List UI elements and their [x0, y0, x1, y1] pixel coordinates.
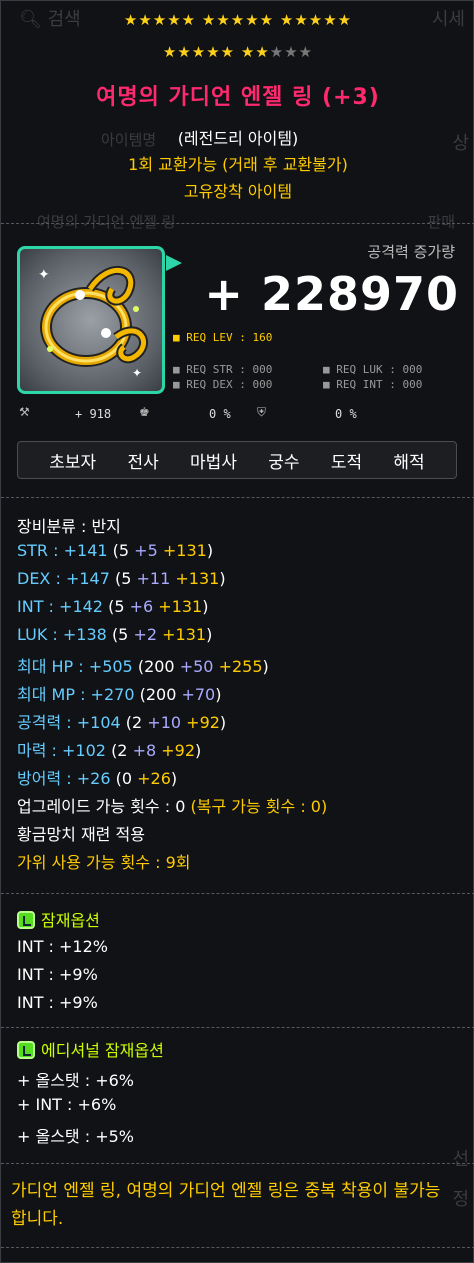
stat-magic: 마력 : +102 (2 +8 +92): [17, 741, 202, 760]
item-icon-frame: ✦ ✦: [17, 246, 165, 394]
upgrade-count: 업그레이드 가능 횟수 : 0 (복구 가능 횟수 : 0): [17, 797, 328, 816]
potential-line-1: INT : +12%: [17, 937, 108, 956]
stat-int: INT : +142 (5 +6 +131): [17, 597, 209, 616]
mini-stat-c: 0 %: [335, 407, 357, 421]
job-mage: 마법사: [190, 452, 237, 473]
divider: [1, 1027, 474, 1028]
bg-side-bottom-b: 정: [452, 1189, 469, 1210]
legendary-additional-icon: [17, 1041, 35, 1059]
svg-text:✦: ✦: [38, 267, 50, 283]
stat-dex: DEX : +147 (5 +11 +131): [17, 569, 226, 588]
job-beginner: 초보자: [49, 452, 97, 473]
attack-gain-value: + 228970: [204, 267, 459, 321]
potential-title: 잠재옵션: [17, 907, 100, 931]
stars-filled: ★★★★★ ★★: [162, 43, 270, 61]
additional-line-1: + 올스탯 : +6%: [17, 1071, 135, 1090]
divider: [1, 893, 474, 894]
item-unique-info: 고유장착 아이템: [183, 182, 293, 201]
req-str: ■ REQ STR : 000: [173, 363, 273, 376]
stat-attack: 공격력 : +104 (2 +10 +92): [17, 713, 227, 732]
stat-luk: LUK : +138 (5 +2 +131): [17, 625, 213, 644]
job-warrior: 전사: [127, 452, 159, 473]
ied-icon: ♚: [139, 405, 150, 419]
req-luk: ■ REQ LUK : 000: [323, 363, 423, 376]
job-pirate: 해적: [393, 452, 425, 473]
divider: [1, 223, 474, 224]
ring-icon: ✦ ✦: [38, 266, 148, 380]
potential-line-3: INT : +9%: [17, 993, 98, 1012]
mini-stat-b: 0 %: [209, 407, 231, 421]
svg-text:✦: ✦: [132, 366, 142, 380]
shield-icon: ⛨: [257, 405, 267, 419]
star-force-row-2: ★★★★★ ★★★★★: [1, 43, 474, 61]
stat-str: STR : +141 (5 +5 +131): [17, 541, 214, 560]
potential-line-2: INT : +9%: [17, 965, 98, 984]
attack-gain-label: 공격력 증가량: [367, 243, 455, 261]
divider: [1, 497, 474, 498]
req-level: ■ REQ LEV : 160: [173, 331, 273, 344]
golden-hammer: 황금망치 재련 적용: [17, 825, 145, 844]
job-archer: 궁수: [268, 452, 300, 473]
req-int: ■ REQ INT : 000: [323, 378, 423, 391]
hammer-icon: ⚒: [19, 405, 30, 419]
req-dex: ■ REQ DEX : 000: [173, 378, 273, 391]
bg-sale-label: 판매: [427, 213, 455, 231]
legendary-flag-icon: [166, 255, 182, 271]
divider: [1, 1163, 474, 1164]
stat-hp: 최대 HP : +505 (200 +50 +255): [17, 657, 269, 676]
bg-search-item: 여명의 가디언 엔젤 링: [37, 213, 176, 231]
equip-category: 장비분류 : 반지: [17, 517, 121, 536]
mini-stat-a: + 918: [75, 407, 112, 421]
item-tooltip: 🔍︎ 검색 시세 아이템명 상 여명의 가디언 엔젤 링 판매 선 정 ★★★★…: [0, 0, 474, 1263]
item-name: 여명의 가디언 엔젤 링 (+3): [96, 85, 380, 110]
job-thief: 도적: [330, 452, 363, 473]
star-force-row-1: ★★★★★ ★★★★★ ★★★★★: [123, 11, 353, 29]
legendary-potential-icon: [17, 911, 35, 929]
additional-line-2: + INT : +6%: [17, 1095, 117, 1114]
item-trade-info: 1회 교환가능 (거래 후 교환불가): [128, 155, 348, 174]
additional-line-3: + 올스탯 : +5%: [17, 1127, 135, 1146]
scissors-count: 가위 사용 가능 횟수 : 9회: [17, 853, 191, 872]
duplicate-equip-warning: 가디언 엔젤 링, 여명의 가디언 엔젤 링은 중복 착용이 불가능합니다.: [11, 1181, 441, 1229]
stat-defense: 방어력 : +26 (0 +26): [17, 769, 178, 788]
job-bar: 초보자 전사 마법사 궁수 도적 해적: [17, 441, 457, 479]
stars-empty: ★★★: [269, 43, 314, 61]
item-grade: (레전드리 아이템): [177, 129, 299, 148]
bg-side-bottom-a: 선: [452, 1149, 469, 1170]
stat-mp: 최대 MP : +270 (200 +70): [17, 685, 222, 704]
divider: [1, 1247, 474, 1248]
additional-potential-title: 에디셔널 잠재옵션: [17, 1037, 164, 1061]
